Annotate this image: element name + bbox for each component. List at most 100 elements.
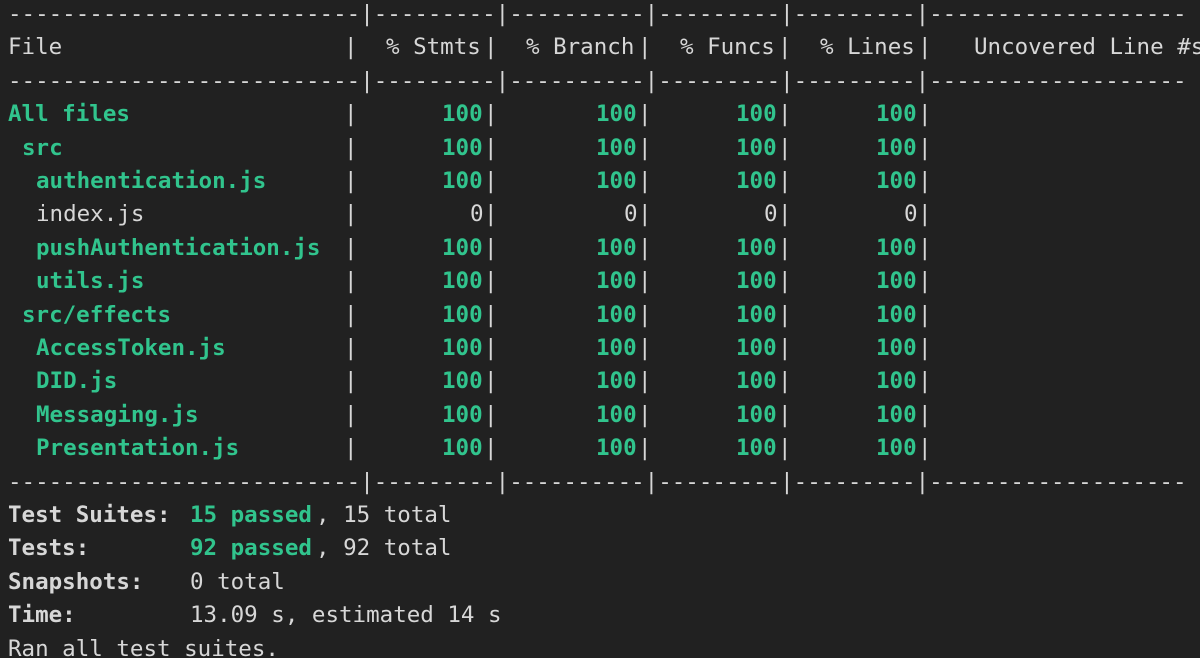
cell-branch: 100 <box>596 234 637 261</box>
cell-lines: 100 <box>876 268 917 295</box>
column-divider: | <box>918 168 932 194</box>
separator-rule: --------------------------|---------|---… <box>8 1 1187 27</box>
cell-funcs: 100 <box>736 368 777 395</box>
cell-stmts: 100 <box>442 401 483 428</box>
column-header-stmts: % Stmts <box>386 34 481 61</box>
column-divider: | <box>638 201 652 228</box>
cell-funcs: 100 <box>736 335 777 361</box>
column-divider: | <box>344 401 358 428</box>
summary-label-snapshots: Snapshots: <box>8 568 144 595</box>
column-header-file: File <box>8 34 63 61</box>
file-name: src/effects <box>22 301 172 328</box>
column-divider: | <box>344 435 358 462</box>
summary-footer-text: Ran all test suites. <box>8 635 279 658</box>
cell-lines: 100 <box>876 335 917 361</box>
table-row: Presentation.js | 100 | 100 | 100 | 100 | <box>0 432 1200 465</box>
column-divider: | <box>778 168 792 194</box>
column-divider: | <box>918 401 932 428</box>
column-divider: | <box>638 368 652 395</box>
cell-lines: 100 <box>876 368 917 395</box>
column-divider: | <box>344 301 358 328</box>
column-divider: | <box>484 201 498 228</box>
column-divider: | <box>344 101 358 128</box>
column-divider: | <box>778 368 792 395</box>
column-divider: | <box>344 268 358 295</box>
cell-lines: 100 <box>876 101 917 128</box>
summary-test-suites-total: , 15 total <box>316 502 452 528</box>
column-divider: | <box>918 134 932 161</box>
column-divider: | <box>344 368 358 395</box>
cell-stmts: 0 <box>470 201 484 228</box>
column-divider: | <box>778 435 792 462</box>
column-divider: | <box>918 101 932 128</box>
column-divider: | <box>638 401 652 428</box>
column-divider: | <box>344 168 358 194</box>
summary-test-suites: Test Suites: 15 passed, 15 total <box>0 499 1200 532</box>
column-header-funcs: % Funcs <box>680 34 775 61</box>
column-divider: | <box>778 201 792 228</box>
column-divider: | <box>344 134 358 161</box>
column-divider: | <box>778 34 792 61</box>
column-divider: | <box>344 201 358 228</box>
column-divider: | <box>638 168 652 194</box>
cell-branch: 100 <box>596 401 637 428</box>
table-row: DID.js | 100 | 100 | 100 | 100 | <box>0 365 1200 398</box>
cell-lines: 100 <box>876 134 917 161</box>
cell-branch: 100 <box>596 435 637 462</box>
cell-stmts: 100 <box>442 134 483 161</box>
file-name: AccessToken.js <box>36 335 226 361</box>
cell-stmts: 100 <box>442 301 483 328</box>
column-divider: | <box>918 268 932 295</box>
file-name: src <box>22 134 63 161</box>
cell-stmts: 100 <box>442 101 483 128</box>
column-divider: | <box>918 368 932 395</box>
table-separator-header: --------------------------|---------|---… <box>0 65 1200 98</box>
column-divider: | <box>484 234 498 261</box>
cell-funcs: 100 <box>736 435 777 462</box>
cell-lines: 100 <box>876 435 917 462</box>
column-divider: | <box>918 34 932 61</box>
column-divider: | <box>638 268 652 295</box>
file-name: Presentation.js <box>36 435 240 462</box>
summary-tests-total: , 92 total <box>316 535 452 562</box>
column-divider: | <box>484 101 498 128</box>
file-name: Messaging.js <box>36 401 199 428</box>
column-divider: | <box>484 34 498 61</box>
file-name: index.js <box>36 201 145 228</box>
cell-funcs: 100 <box>736 101 777 128</box>
column-divider: | <box>484 435 498 462</box>
file-name: utils.js <box>36 268 145 295</box>
column-divider: | <box>344 34 358 61</box>
column-divider: | <box>638 301 652 328</box>
cell-stmts: 100 <box>442 168 483 194</box>
column-header-branch: % Branch <box>526 34 635 61</box>
column-divider: | <box>778 335 792 361</box>
terminal-output: --------------------------|---------|---… <box>0 0 1200 658</box>
file-name: authentication.js <box>36 168 267 194</box>
file-name: All files <box>8 101 130 128</box>
cell-branch: 100 <box>596 268 637 295</box>
cell-branch: 100 <box>596 368 637 395</box>
column-divider: | <box>778 268 792 295</box>
summary-snapshots-value: 0 total <box>190 568 285 595</box>
column-header-uncovered: Uncovered Line #s <box>974 34 1200 61</box>
column-divider: | <box>778 301 792 328</box>
column-divider: | <box>638 134 652 161</box>
table-row: src/effects | 100 | 100 | 100 | 100 | <box>0 299 1200 332</box>
table-row: src | 100 | 100 | 100 | 100 | <box>0 132 1200 165</box>
cell-stmts: 100 <box>442 234 483 261</box>
table-header-row: File |% Stmts |% Branch |% Funcs |% Lines | Un… <box>0 31 1200 64</box>
cell-funcs: 100 <box>736 168 777 194</box>
column-divider: | <box>778 401 792 428</box>
table-row: authentication.js | 100 | 100 | 100 | 100 | <box>0 165 1200 198</box>
cell-branch: 100 <box>596 134 637 161</box>
table-row: index.js | 0 | 0 | 0 | 0 | <box>0 198 1200 231</box>
table-row: pushAuthentication.js | 100 | 100 | 100 | 100 | <box>0 232 1200 265</box>
summary-label-test-suites: Test Suites: <box>8 502 171 528</box>
column-divider: | <box>778 101 792 128</box>
cell-funcs: 100 <box>736 401 777 428</box>
column-divider: | <box>484 268 498 295</box>
cell-branch: 0 <box>624 201 638 228</box>
cell-stmts: 100 <box>442 435 483 462</box>
cell-lines: 100 <box>876 168 917 194</box>
